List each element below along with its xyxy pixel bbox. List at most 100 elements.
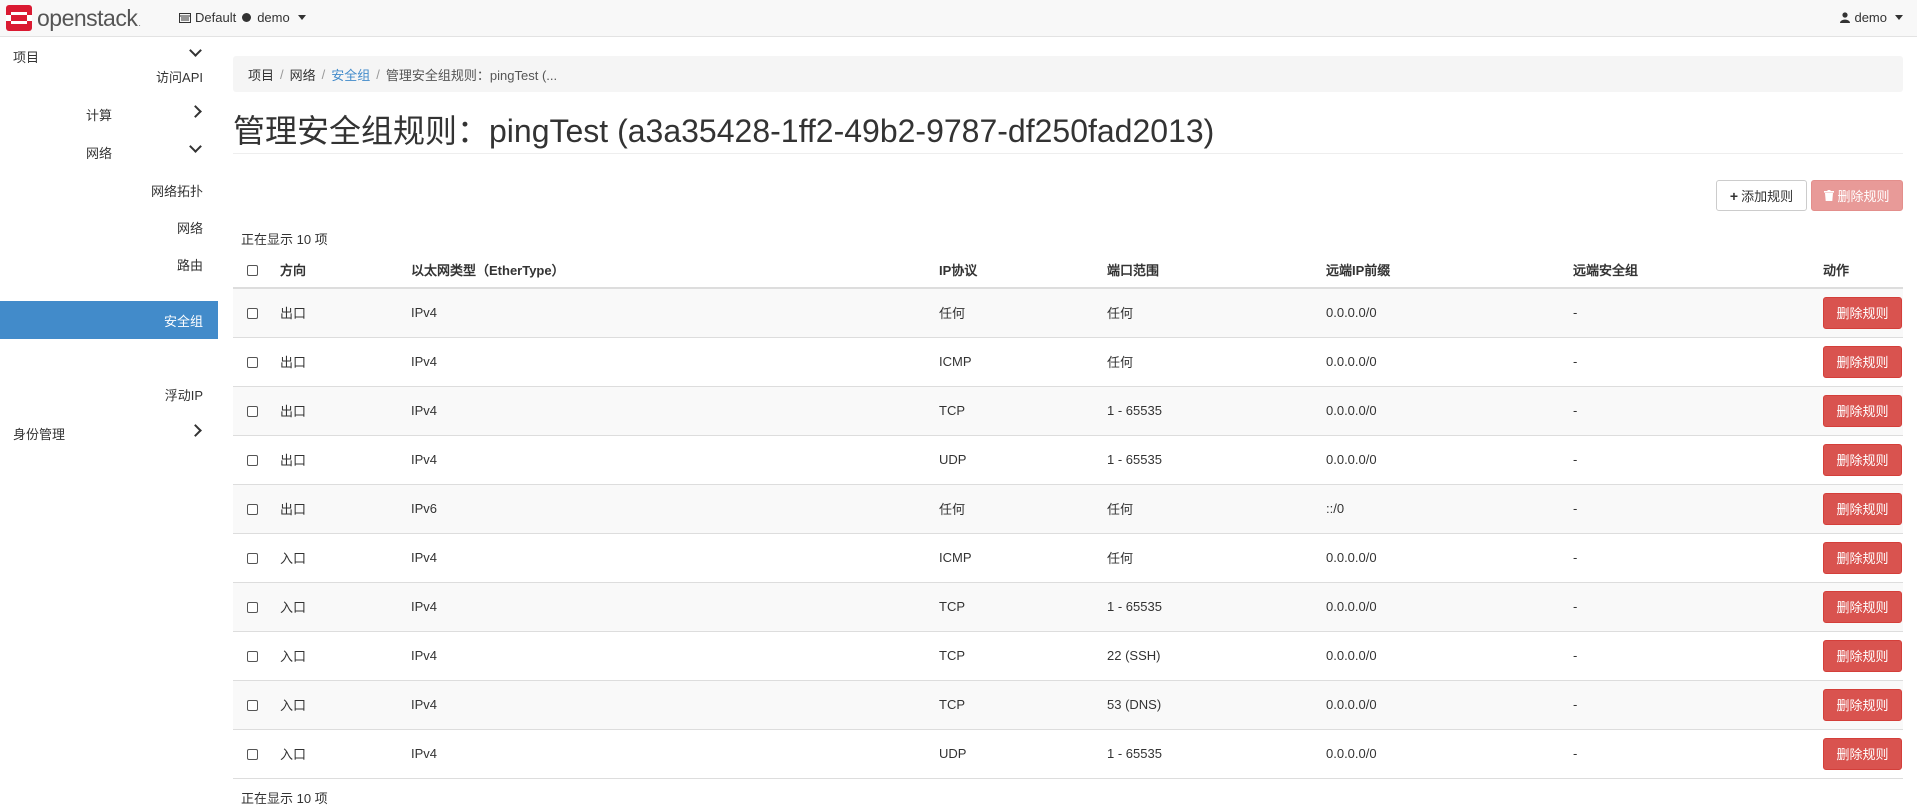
sidebar-item-label: 浮动IP — [164, 387, 203, 403]
cell-remote-group: - — [1573, 631, 1823, 681]
row-action-cell: 删除规则 — [1823, 533, 1903, 583]
row-select-cell — [233, 582, 280, 632]
breadcrumb-item-project[interactable]: 项目 — [248, 65, 274, 84]
breadcrumb-item-current: 管理安全组规则：pingTest (... — [385, 67, 558, 83]
sidebar-item-floating-ips[interactable]: 浮动IP — [0, 376, 218, 412]
cell-ethertype: IPv4 — [411, 386, 939, 436]
sidebar-item-identity[interactable]: 身份管理 — [0, 415, 218, 451]
header-remote-group[interactable]: 远端安全组 — [1573, 252, 1823, 289]
cell-remote-group: - — [1573, 288, 1823, 338]
cell-remote-ip: 0.0.0.0/0 — [1326, 582, 1573, 632]
cell-remote-ip: 0.0.0.0/0 — [1326, 435, 1573, 485]
cell-ethertype: IPv4 — [411, 533, 939, 583]
cell-direction: 入口 — [280, 680, 411, 730]
cell-protocol: TCP — [939, 386, 1107, 436]
cell-remote-ip: 0.0.0.0/0 — [1326, 386, 1573, 436]
header-ethertype[interactable]: 以太网类型（EtherType） — [411, 252, 939, 289]
cell-direction: 出口 — [280, 288, 411, 338]
sidebar-item-access-api[interactable]: 访问API — [0, 58, 218, 94]
row-checkbox[interactable] — [247, 700, 258, 712]
chevron-down-icon — [189, 44, 202, 57]
user-icon — [1840, 12, 1851, 23]
row-action-cell: 删除规则 — [1823, 631, 1903, 681]
sidebar-item-label: 网络拓扑 — [150, 183, 203, 199]
domain-icon — [179, 12, 191, 23]
row-checkbox[interactable] — [247, 602, 258, 614]
row-checkbox[interactable] — [247, 651, 258, 663]
row-checkbox[interactable] — [247, 553, 258, 565]
row-checkbox[interactable] — [247, 455, 258, 467]
cell-protocol: 任何 — [939, 288, 1107, 338]
delete-rule-button[interactable]: 删除规则 — [1823, 590, 1902, 623]
cell-port-range: 53 (DNS) — [1107, 680, 1326, 730]
delete-rule-button[interactable]: 删除规则 — [1823, 639, 1902, 672]
cell-ethertype: IPv4 — [411, 582, 939, 632]
sidebar-item-label: 安全组 — [163, 313, 203, 329]
openstack-logo-icon — [6, 5, 32, 31]
user-menu[interactable]: demo — [1840, 10, 1903, 25]
project-switcher[interactable]: Default demo — [179, 10, 306, 25]
delete-rule-button[interactable]: 删除规则 — [1823, 345, 1902, 378]
select-all-checkbox[interactable] — [247, 265, 258, 277]
sidebar-item-compute[interactable]: 计算 — [0, 96, 218, 132]
row-checkbox[interactable] — [247, 357, 258, 369]
openstack-logo[interactable]: openstack . — [6, 5, 141, 31]
header-remote-ip[interactable]: 远端IP前缀 — [1326, 252, 1573, 289]
row-action-cell: 删除规则 — [1823, 582, 1903, 632]
header-actions: 动作 — [1823, 252, 1903, 289]
sidebar-item-networks[interactable]: 网络 — [0, 209, 218, 245]
row-select-cell — [233, 435, 280, 485]
table-row: 入口 IPv4 UDP 1 - 65535 0.0.0.0/0- 删除规则 — [233, 729, 1903, 779]
delete-rules-label: 删除规则 — [1837, 189, 1890, 204]
sidebar-item-label: 访问API — [156, 69, 203, 85]
chevron-down-icon — [1895, 15, 1903, 20]
cell-remote-group: - — [1573, 582, 1823, 632]
cell-protocol: 任何 — [939, 484, 1107, 534]
breadcrumb-item-security-groups[interactable]: 安全组 — [331, 65, 370, 84]
row-checkbox[interactable] — [247, 504, 258, 516]
table-row: 入口 IPv4 ICMP 任何 0.0.0.0/0- 删除规则 — [233, 533, 1903, 583]
brand-name: openstack — [37, 4, 138, 31]
delete-rule-button[interactable]: 删除规则 — [1823, 296, 1902, 329]
delete-rules-button[interactable]: 删除规则 — [1811, 180, 1903, 211]
sidebar-item-network-topology[interactable]: 网络拓扑 — [0, 172, 218, 208]
header-protocol[interactable]: IP协议 — [939, 252, 1107, 289]
cell-port-range: 22 (SSH) — [1107, 631, 1326, 681]
add-rule-button[interactable]: + 添加规则 — [1716, 180, 1807, 211]
cell-port-range: 任何 — [1107, 533, 1326, 583]
cell-remote-ip: 0.0.0.0/0 — [1326, 533, 1573, 583]
cell-ethertype: IPv6 — [411, 484, 939, 534]
cell-port-range: 1 - 65535 — [1107, 729, 1326, 779]
delete-rule-button[interactable]: 删除规则 — [1823, 394, 1902, 427]
delete-rule-button[interactable]: 删除规则 — [1823, 443, 1902, 476]
cell-ethertype: IPv4 — [411, 288, 939, 338]
cell-port-range: 1 - 65535 — [1107, 582, 1326, 632]
cell-remote-group: - — [1573, 484, 1823, 534]
row-select-cell — [233, 631, 280, 681]
cell-port-range: 1 - 65535 — [1107, 386, 1326, 436]
cell-remote-group: - — [1573, 680, 1823, 730]
cell-ethertype: IPv4 — [411, 435, 939, 485]
sidebar-item-routers[interactable]: 路由 — [0, 246, 218, 282]
add-rule-label: 添加规则 — [1741, 189, 1794, 204]
header-port-range[interactable]: 端口范围 — [1107, 252, 1326, 289]
brand-suffix: . — [138, 18, 141, 28]
sidebar-item-network[interactable]: 网络 — [0, 134, 218, 170]
delete-rule-button[interactable]: 删除规则 — [1823, 541, 1902, 574]
row-checkbox[interactable] — [247, 749, 258, 761]
sidebar-item-security-groups[interactable]: 安全组 — [0, 301, 218, 339]
row-checkbox[interactable] — [247, 308, 258, 320]
delete-rule-button[interactable]: 删除规则 — [1823, 688, 1902, 721]
header-direction[interactable]: 方向 — [280, 252, 411, 289]
delete-rule-button[interactable]: 删除规则 — [1823, 737, 1902, 770]
row-select-cell — [233, 533, 280, 583]
title-divider — [233, 153, 1903, 154]
row-checkbox[interactable] — [247, 406, 258, 418]
sidebar-item-label: 网络 — [176, 220, 203, 236]
delete-rule-button[interactable]: 删除规则 — [1823, 492, 1902, 525]
table-header-row: 方向 以太网类型（EtherType） IP协议 端口范围 远端IP前缀 远端安… — [233, 252, 1903, 289]
table-row: 入口 IPv4 TCP 53 (DNS) 0.0.0.0/0- 删除规则 — [233, 680, 1903, 730]
table-row: 出口 IPv4 任何 任何 0.0.0.0/0- 删除规则 — [233, 288, 1903, 338]
row-select-cell — [233, 337, 280, 387]
breadcrumb-item-network[interactable]: 网络 — [290, 65, 316, 84]
